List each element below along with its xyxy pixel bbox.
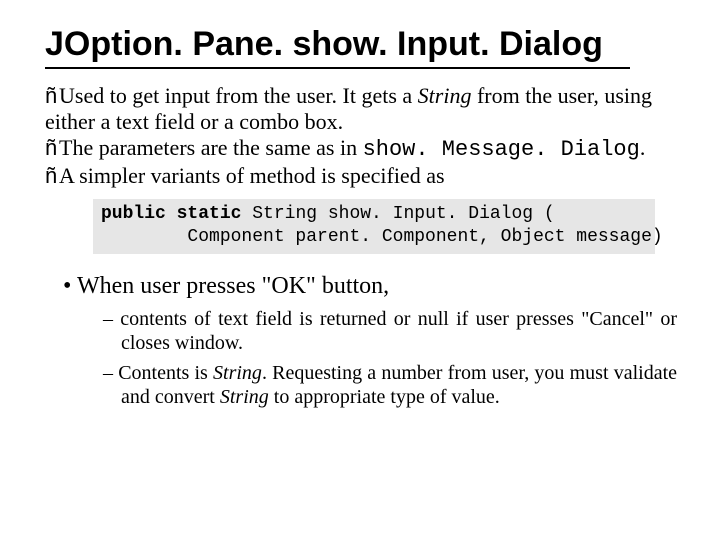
intro-text-1a: Used to get input from the user. It gets… bbox=[59, 83, 418, 108]
code-line1-rest: String show. Input. Dialog ( bbox=[241, 204, 554, 224]
main-bullet: • When user presses "OK" button, bbox=[63, 272, 685, 301]
intro-text-3: A simpler variants of method is specifie… bbox=[59, 163, 445, 188]
intro-paragraph: ñUsed to get input from the user. It get… bbox=[45, 83, 685, 189]
sub-bullet-list: – contents of text field is returned or … bbox=[45, 307, 685, 409]
up-arrow-icon: ñ bbox=[45, 83, 59, 109]
up-arrow-icon: ñ bbox=[45, 163, 59, 189]
title-pane: JOption. Pane. bbox=[45, 25, 292, 63]
sub-bullet-1: – contents of text field is returned or … bbox=[103, 307, 677, 355]
intro-text-2a: The parameters are the same as in bbox=[59, 135, 363, 160]
up-arrow-icon: ñ bbox=[45, 135, 59, 161]
sub2-text-c: to appropriate type of value. bbox=[269, 386, 500, 408]
string-emph-1: String bbox=[418, 83, 472, 108]
show-message-dialog-code: show. Message. Dialog bbox=[363, 137, 640, 162]
intro-text-2b: . bbox=[640, 135, 646, 160]
slide-title: JOption. Pane. show. Input. Dialog bbox=[45, 26, 685, 63]
string-emph-2: String bbox=[213, 362, 262, 384]
code-line2: Component parent. Component, Object mess… bbox=[101, 227, 663, 247]
slide: JOption. Pane. show. Input. Dialog ñUsed… bbox=[0, 0, 720, 435]
string-emph-3: String bbox=[220, 386, 269, 408]
title-underline bbox=[45, 67, 630, 69]
code-keywords: public static bbox=[101, 204, 241, 224]
title-method: show. Input. Dialog bbox=[292, 25, 602, 63]
sub-bullet-2: – Contents is String. Requesting a numbe… bbox=[103, 361, 677, 409]
code-signature-box: public static String show. Input. Dialog… bbox=[93, 199, 655, 254]
sub2-text-a: – Contents is bbox=[103, 362, 213, 384]
